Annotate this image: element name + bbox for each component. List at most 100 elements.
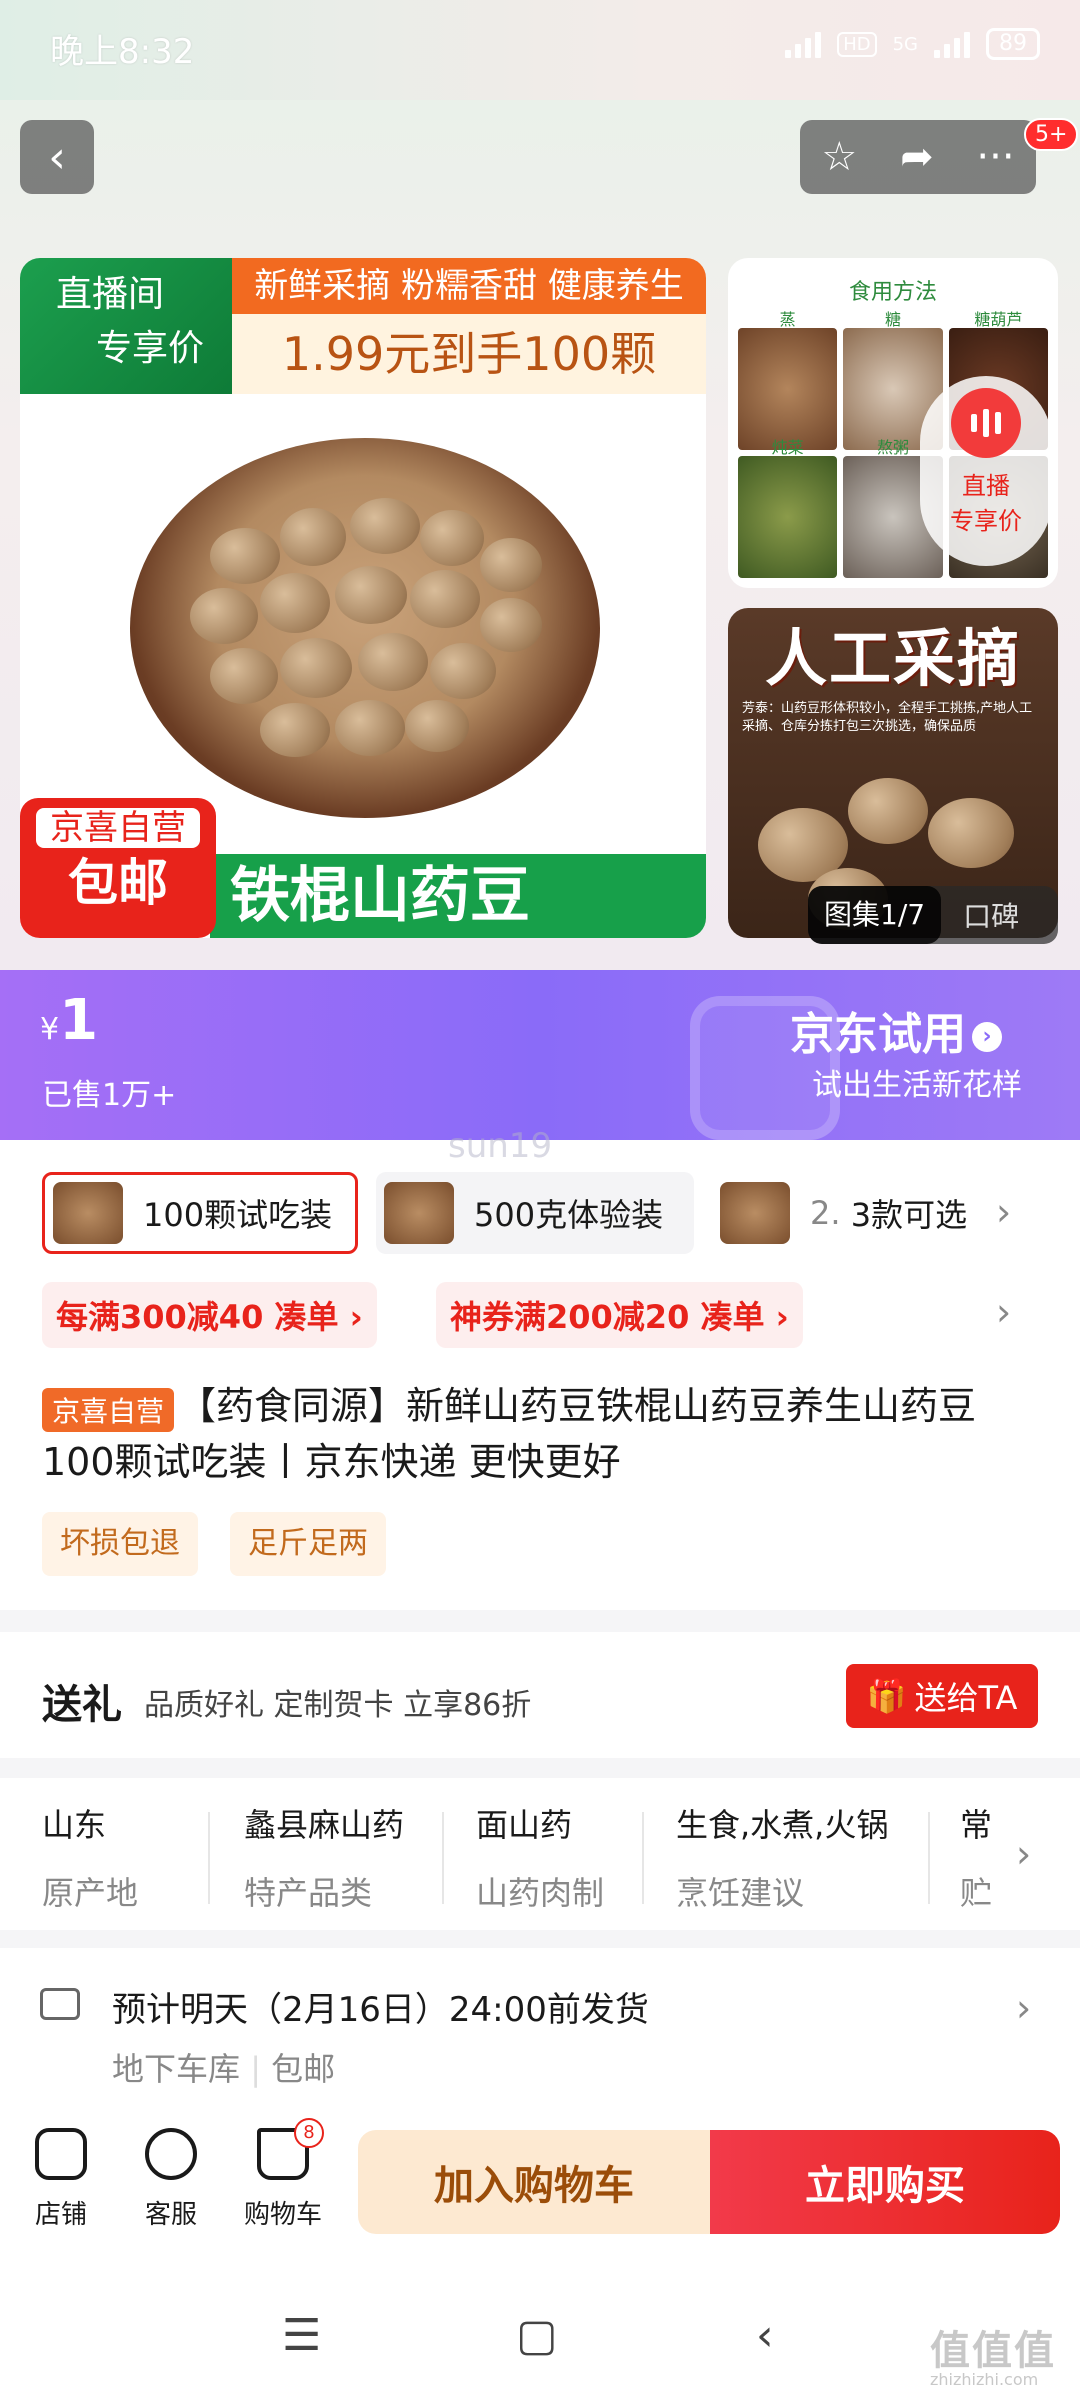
cooking-label: 糖	[884, 310, 901, 329]
attr-key: 贮	[960, 1874, 993, 1912]
jingxi-free-shipping-tag: 京喜自营 包邮	[20, 798, 216, 938]
product-name-banner: 铁棍山药豆	[210, 854, 706, 938]
attr-divider	[642, 1812, 644, 1904]
more-icon[interactable]: ···	[976, 134, 1014, 180]
sku-chevron-icon[interactable]: ›	[996, 1190, 1011, 1234]
store-tag: 京喜自营	[42, 1388, 175, 1432]
sku-label: 2.	[810, 1194, 841, 1232]
jd-trial-subtitle: 试出生活新花样	[812, 1068, 1022, 1103]
shipping-sub: 地下车库 | 包邮	[112, 2050, 336, 2088]
sku-option-100[interactable]: 100颗试吃装	[42, 1172, 358, 1254]
live-label-2: 专享价	[96, 328, 205, 369]
jd-trial-title: 京东试用	[790, 1009, 966, 1060]
hand-picked-title: 人工采摘	[764, 622, 1021, 695]
add-to-cart-button[interactable]: 加入购物车	[358, 2130, 710, 2234]
attr-chevron-icon[interactable]: ›	[1016, 1832, 1031, 1876]
attribute-storage: 常贮	[960, 1800, 1000, 1914]
banner-price: 1.99元到手100颗	[232, 314, 706, 394]
reviews-tab[interactable]: 口碑	[941, 895, 1019, 935]
back-button[interactable]: ‹	[20, 120, 94, 194]
attribute-category: 蠡县麻山药 特产品类	[244, 1800, 404, 1914]
live-bars-icon	[951, 388, 1021, 458]
attr-value: 山东	[42, 1806, 107, 1844]
jd-trial-link[interactable]: 京东试用 ›	[790, 998, 1002, 1062]
sku-option-500g[interactable]: 500克体验装	[376, 1172, 694, 1254]
cart-label: 购物车	[243, 2200, 322, 2230]
gallery-switch[interactable]: 图集1/7 口碑	[808, 886, 1058, 944]
menu-icon[interactable]: ☰	[282, 2310, 321, 2361]
shipping-chevron-icon[interactable]: ›	[1016, 1986, 1031, 2030]
wifi-signal-icon	[785, 30, 822, 58]
header-actions: ☆ ➦ ···	[800, 120, 1036, 194]
shipping-free: 包邮	[271, 2050, 336, 2088]
attribute-flesh: 面山药 山药肉制	[476, 1800, 604, 1914]
sku-thumbnail	[384, 1182, 454, 1244]
section-divider	[0, 1930, 1080, 1948]
attr-key: 原产地	[42, 1874, 139, 1912]
shipping-location: 地下车库	[112, 2050, 241, 2088]
currency-symbol: ¥	[40, 1012, 60, 1047]
attribute-cooking: 生食,水煮,火锅 烹饪建议	[676, 1800, 888, 1914]
attr-value: 生食,水煮,火锅	[676, 1806, 889, 1844]
coupon-300-40[interactable]: 每满300减40 凑单 ›	[42, 1282, 377, 1348]
gallery-tab[interactable]: 图集1/7	[808, 886, 942, 944]
attribute-origin: 山东 原产地	[42, 1800, 138, 1914]
attr-value: 面山药	[476, 1806, 573, 1844]
battery-icon: 89	[986, 28, 1040, 60]
cell-signal-icon	[934, 30, 970, 58]
share-icon[interactable]: ➦	[900, 134, 934, 180]
attr-divider	[442, 1812, 444, 1904]
hd-icon: HD	[837, 31, 877, 57]
customer-service-button[interactable]: 客服	[116, 2128, 226, 2231]
service-label: 客服	[144, 2200, 197, 2230]
sku-option-more[interactable]: 2. 3款可选	[712, 1172, 1008, 1254]
live-price-label: 直播间 专享价	[20, 258, 232, 394]
attr-value: 常	[960, 1806, 993, 1844]
attr-key: 山药肉制	[476, 1874, 605, 1912]
store-button[interactable]: 店铺	[6, 2128, 116, 2231]
sku-count: 3款可选	[850, 1196, 968, 1234]
cooking-cell: 蒸	[738, 310, 838, 450]
message-badge: 5+	[1024, 118, 1079, 151]
tag-line-2: 包邮	[68, 854, 168, 912]
banner-features: 新鲜采摘 粉糯香甜 健康养生	[232, 258, 706, 314]
attr-value: 蠡县麻山药	[244, 1806, 405, 1844]
chat-face-icon	[145, 2128, 197, 2180]
sku-label: 100颗试吃装	[143, 1196, 333, 1234]
sku-thumbnail	[720, 1182, 790, 1244]
cart-count-badge: 8	[294, 2118, 324, 2148]
service-tag: 足斤足两	[230, 1512, 386, 1576]
chevron-right-icon: ›	[972, 1022, 1002, 1052]
shipping-eta[interactable]: 预计明天（2月16日）24:00前发货	[112, 1982, 649, 2031]
coupon-chevron-icon[interactable]: ›	[996, 1290, 1011, 1334]
sku-thumbnail	[53, 1182, 123, 1244]
home-icon[interactable]: ▢	[516, 2310, 558, 2361]
attr-key: 特产品类	[244, 1874, 373, 1912]
tag-line-1: 京喜自营	[36, 808, 200, 848]
send-gift-button[interactable]: 🎁 送给TA	[846, 1664, 1038, 1728]
favorite-star-icon[interactable]: ☆	[821, 134, 857, 180]
cooking-label: 糖葫芦	[974, 310, 1023, 329]
gift-label: 送礼	[42, 1682, 122, 1728]
coupon-200-20[interactable]: 神券满200减20 凑单 ›	[436, 1282, 803, 1348]
buy-now-button[interactable]: 立即购买	[710, 2130, 1060, 2234]
store-label: 店铺	[34, 2200, 87, 2230]
hand-picked-desc: 芳泰：山药豆形体积较小，全程手工挑拣,产地人工采摘、仓库分拣打包三次挑选，确保品…	[742, 701, 1033, 734]
product-title: 【药食同源】新鲜山药豆铁棍山药豆养生山药豆 100颗试吃装丨京东快递 更快更好	[42, 1384, 977, 1484]
sold-count: 已售1万+	[42, 1078, 177, 1113]
attr-divider	[928, 1812, 930, 1904]
gift-icon: 🎁	[866, 1677, 907, 1715]
cooking-label: 蒸	[779, 310, 796, 329]
section-divider	[0, 1758, 1080, 1778]
attr-divider	[208, 1812, 210, 1904]
status-time: 晚上8:32	[50, 32, 195, 72]
main-product-image[interactable]: 直播间 专享价 新鲜采摘 粉糯香甜 健康养生 1.99元到手100颗 铁棍山药豆…	[20, 258, 706, 938]
back-nav-icon[interactable]: ‹	[756, 2310, 774, 2361]
gift-desc: 品质好礼 定制贺卡 立享86折	[144, 1688, 532, 1723]
truck-icon	[40, 1988, 80, 2020]
live-circle-label-2: 专享价	[950, 507, 1022, 535]
watermark-text: sun19	[448, 1126, 553, 1166]
site-watermark-url: zhizhizhi.com	[930, 2370, 1039, 2389]
cart-button[interactable]: 购物车	[228, 2128, 338, 2231]
live-stream-button[interactable]: 直播 专享价	[920, 376, 1052, 566]
